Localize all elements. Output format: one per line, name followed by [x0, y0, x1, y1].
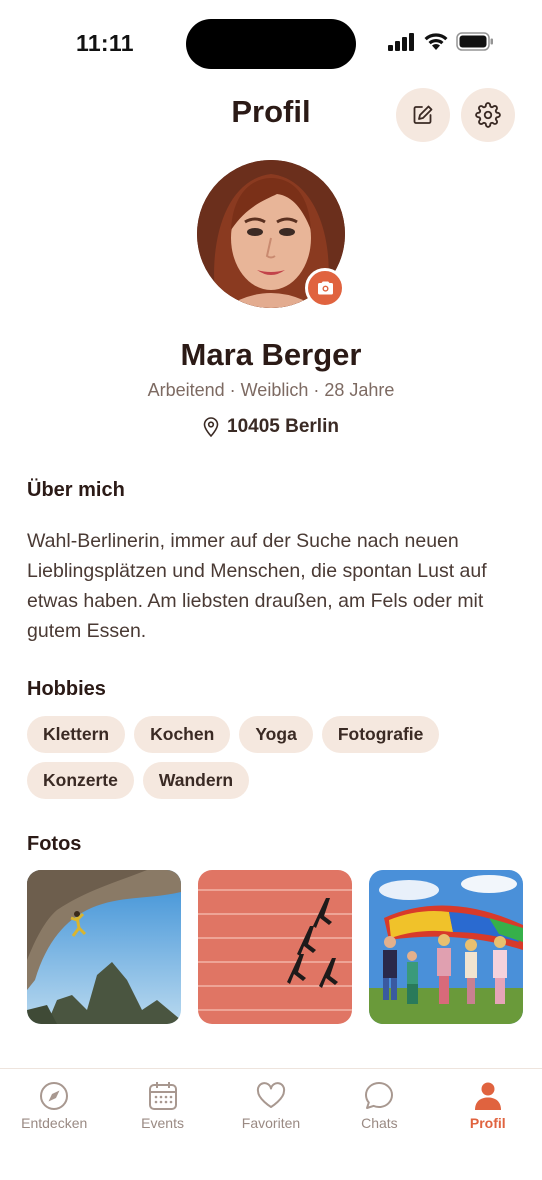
hobby-chip[interactable]: Klettern [27, 716, 126, 753]
chat-bubble-icon [362, 1079, 396, 1113]
parachute-game-photo-image [369, 870, 523, 1024]
settings-button[interactable] [461, 88, 515, 142]
status-time: 11:11 [76, 30, 134, 56]
about-title: Über mich [27, 479, 125, 501]
photo-grid [27, 870, 523, 1024]
climbing-photo-image [27, 870, 181, 1024]
profile-name: Mara Berger [180, 337, 362, 372]
edit-profile-button[interactable] [396, 88, 450, 142]
heart-icon [254, 1079, 288, 1113]
dynamic-island [186, 19, 356, 69]
hobbies-title: Hobbies [27, 678, 106, 700]
location-pin-icon [203, 417, 219, 437]
profile-location: 10405 Berlin [0, 416, 542, 438]
running-track-photo-image [198, 870, 352, 1024]
wifi-icon [424, 33, 448, 50]
photo-track[interactable] [198, 870, 352, 1024]
hobby-chip[interactable]: Kochen [134, 716, 231, 753]
photo-climbing[interactable] [27, 870, 181, 1024]
gear-icon [475, 102, 501, 128]
calendar-icon [146, 1079, 180, 1113]
compass-icon [37, 1079, 71, 1113]
tab-label: Events [141, 1115, 184, 1131]
tab-events[interactable]: Events [108, 1069, 216, 1180]
tab-label: Entdecken [21, 1115, 88, 1131]
hobby-chip[interactable]: Fotografie [321, 716, 440, 753]
photo-parachute[interactable] [369, 870, 523, 1024]
hobby-chips: Klettern Kochen Yoga Fotografie Konzerte… [27, 716, 517, 799]
change-photo-button[interactable] [305, 268, 345, 308]
tab-label: Chats [361, 1115, 398, 1131]
hobby-chip[interactable]: Wandern [142, 762, 250, 799]
person-icon [471, 1079, 505, 1113]
profile-meta: Arbeitend · Weiblich · 28 Jahre [147, 380, 395, 400]
location-text: 10405 Berlin [227, 416, 339, 437]
photos-title: Fotos [27, 833, 82, 855]
camera-icon [317, 281, 333, 295]
tab-label: Profil [469, 1115, 506, 1131]
about-text: Wahl-Berlinerin, immer auf der Suche nac… [27, 530, 487, 642]
status-bar: 11:11 [0, 0, 542, 80]
hobby-chip[interactable]: Konzerte [27, 762, 134, 799]
hobby-chip[interactable]: Yoga [239, 716, 313, 753]
edit-icon [413, 105, 433, 124]
tab-bar: Entdecken Events Favoriten Chats Profil [0, 1068, 542, 1180]
signal-icon [388, 32, 414, 51]
tab-label: Favoriten [241, 1115, 301, 1131]
status-icons [388, 32, 494, 51]
tab-chats[interactable]: Chats [325, 1069, 433, 1180]
tab-favoriten[interactable]: Favoriten [217, 1069, 325, 1180]
tab-entdecken[interactable]: Entdecken [0, 1069, 108, 1180]
tab-profil[interactable]: Profil [434, 1069, 542, 1180]
battery-icon [456, 32, 493, 51]
